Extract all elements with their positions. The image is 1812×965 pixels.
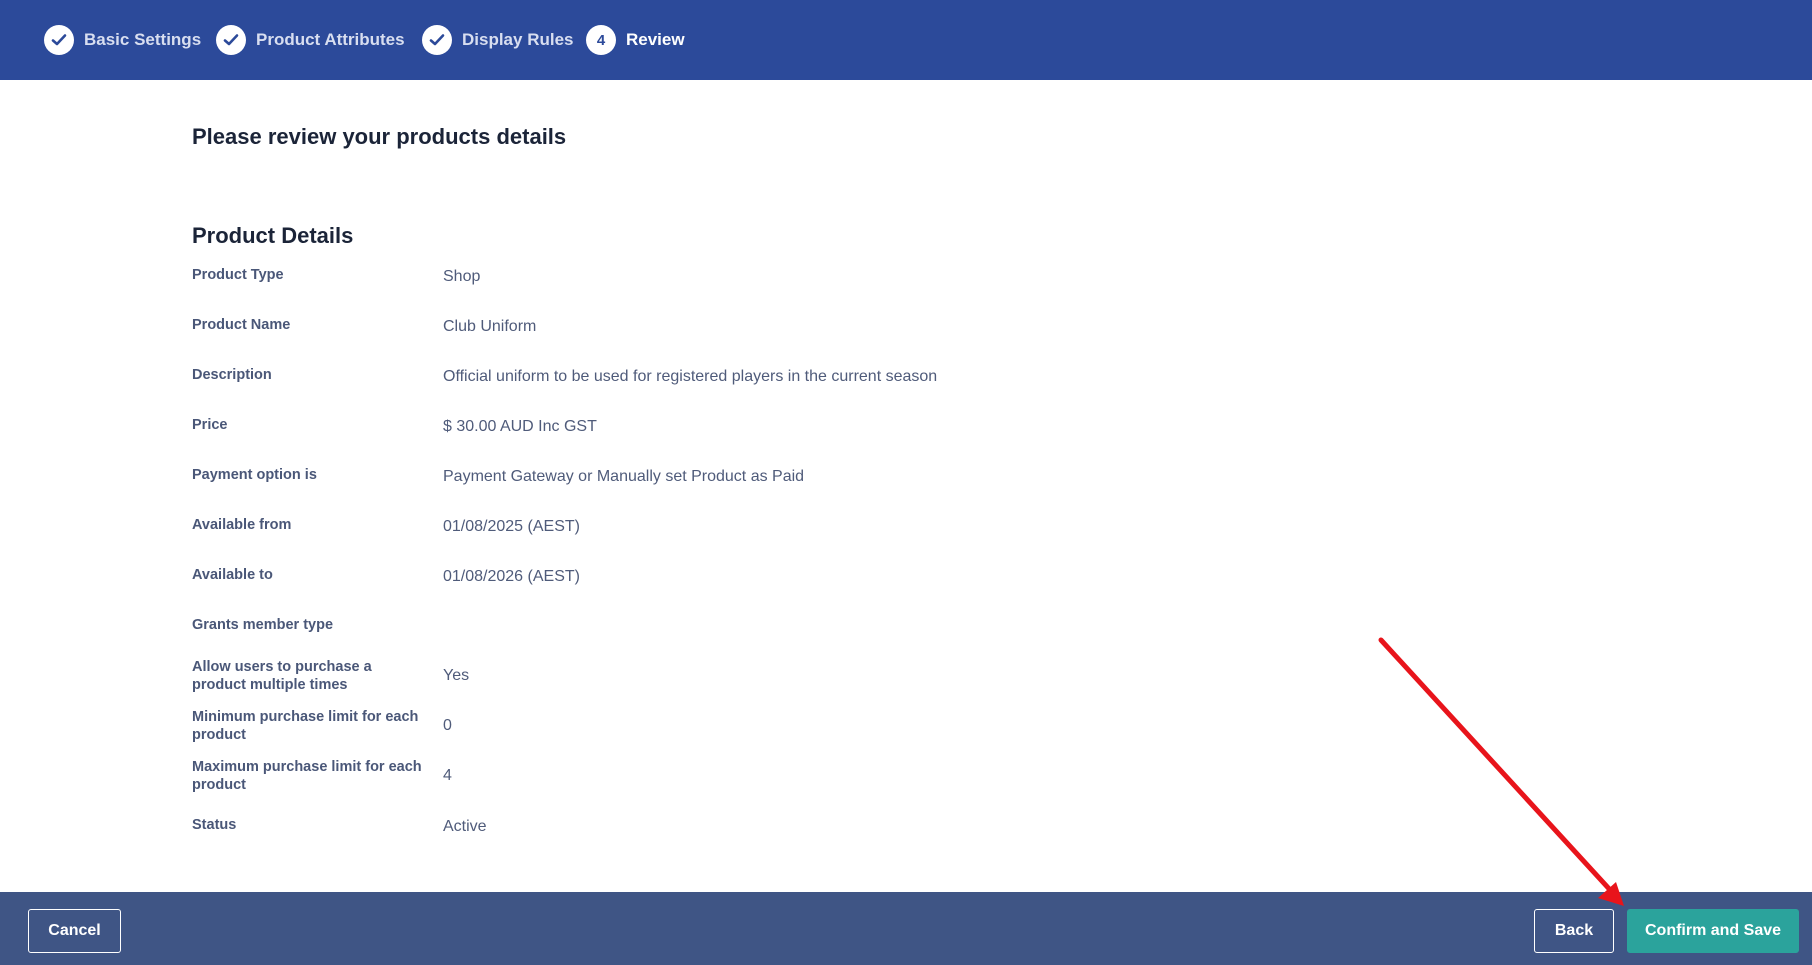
- detail-label: Status: [192, 817, 237, 833]
- detail-value: Shop: [443, 268, 481, 285]
- detail-label: Payment option is: [192, 467, 317, 483]
- step-label: Product Attributes: [256, 30, 405, 49]
- page-title: Please review your products details: [192, 124, 567, 149]
- detail-row-product-type: Product Type Shop: [192, 266, 1192, 310]
- wizard-stepper: Basic Settings Product Attributes Displa…: [0, 0, 1812, 80]
- detail-row-grants-member-type: Grants member type: [192, 616, 1192, 660]
- confirm-and-save-button[interactable]: Confirm and Save: [1627, 909, 1799, 953]
- footer-action-bar: Cancel Back Confirm and Save: [0, 892, 1812, 965]
- detail-label: Price: [192, 417, 228, 433]
- detail-value: Payment Gateway or Manually set Product …: [443, 468, 805, 485]
- check-icon: [216, 25, 246, 55]
- step-product-attributes[interactable]: Product Attributes: [216, 24, 405, 56]
- check-icon: [422, 25, 452, 55]
- detail-value: 4: [443, 767, 452, 784]
- detail-value: Active: [443, 818, 487, 835]
- step-number-badge: 4: [586, 25, 616, 55]
- section-title: Product Details: [192, 223, 354, 248]
- detail-row-product-name: Product Name Club Uniform: [192, 316, 1192, 360]
- detail-row-available-to: Available to 01/08/2026 (AEST): [192, 566, 1192, 610]
- detail-value: Yes: [443, 667, 470, 684]
- step-display-rules[interactable]: Display Rules: [422, 24, 574, 56]
- detail-row-payment-option: Payment option is Payment Gateway or Man…: [192, 466, 1192, 510]
- detail-label: Maximum purchase limit for each product: [192, 759, 422, 793]
- detail-row-multiple-purchase: Allow users to purchase a product multip…: [192, 658, 1192, 702]
- step-label: Basic Settings: [84, 30, 202, 49]
- detail-value: Club Uniform: [443, 318, 537, 335]
- detail-label: Product Name: [192, 317, 291, 333]
- detail-row-min-purchase: Minimum purchase limit for each product …: [192, 708, 1192, 752]
- detail-value: 0: [443, 717, 452, 734]
- back-button[interactable]: Back: [1534, 909, 1614, 953]
- detail-value: 01/08/2026 (AEST): [443, 568, 580, 585]
- step-basic-settings[interactable]: Basic Settings: [44, 24, 201, 56]
- detail-label: Description: [192, 367, 272, 383]
- detail-label: Grants member type: [192, 617, 334, 633]
- detail-label: Allow users to purchase a product multip…: [192, 659, 372, 693]
- step-label: Display Rules: [462, 30, 574, 49]
- detail-value: Official uniform to be used for register…: [443, 368, 938, 385]
- detail-row-price: Price $ 30.00 AUD Inc GST: [192, 416, 1192, 460]
- cancel-button[interactable]: Cancel: [28, 909, 121, 953]
- detail-label: Available from: [192, 517, 292, 533]
- detail-value: $ 30.00 AUD Inc GST: [443, 418, 597, 435]
- detail-row-status: Status Active: [192, 816, 1192, 860]
- step-label: Review: [626, 30, 685, 49]
- detail-row-description: Description Official uniform to be used …: [192, 366, 1192, 410]
- detail-value: 01/08/2025 (AEST): [443, 518, 580, 535]
- detail-row-available-from: Available from 01/08/2025 (AEST): [192, 516, 1192, 560]
- detail-label: Product Type: [192, 267, 284, 283]
- detail-label: Minimum purchase limit for each product: [192, 709, 419, 743]
- check-icon: [44, 25, 74, 55]
- detail-row-max-purchase: Maximum purchase limit for each product …: [192, 758, 1192, 802]
- step-review[interactable]: 4 Review: [586, 24, 685, 56]
- detail-label: Available to: [192, 567, 273, 583]
